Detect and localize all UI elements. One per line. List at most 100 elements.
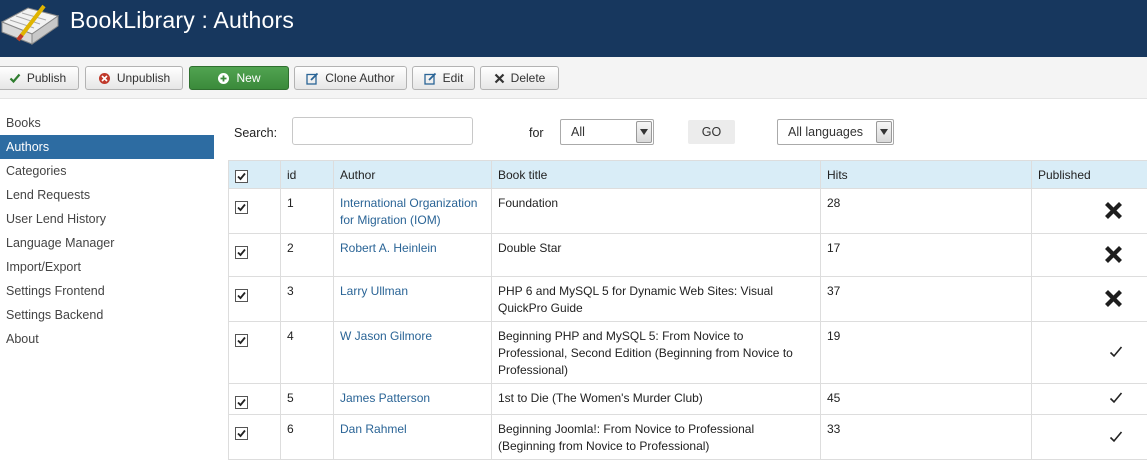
column-header-published[interactable]: Published bbox=[1031, 160, 1147, 189]
author-link[interactable]: Larry Ullman bbox=[333, 276, 492, 322]
row-checkbox[interactable] bbox=[235, 334, 248, 347]
column-header-id[interactable]: id bbox=[280, 160, 334, 189]
book-logo-icon bbox=[0, 0, 60, 50]
author-link[interactable]: International Organization for Migration… bbox=[333, 188, 492, 234]
check-icon bbox=[237, 203, 246, 212]
published-cell bbox=[1031, 414, 1147, 460]
sidebar-item-categories[interactable]: Categories bbox=[0, 159, 214, 183]
book-title-cell: PHP 6 and MySQL 5 for Dynamic Web Sites:… bbox=[491, 276, 821, 322]
row-checkbox[interactable] bbox=[235, 246, 248, 259]
book-title-cell: Beginning PHP and MySQL 5: From Novice t… bbox=[491, 321, 821, 384]
row-select-cell bbox=[228, 276, 281, 322]
clone-author-button[interactable]: Clone Author bbox=[294, 66, 407, 90]
page-title: BookLibrary : Authors bbox=[70, 7, 295, 33]
language-select-value: All languages bbox=[788, 125, 864, 139]
edit-icon bbox=[424, 72, 437, 85]
sidebar-item-language-manager[interactable]: Language Manager bbox=[0, 231, 214, 255]
check-icon bbox=[237, 336, 246, 345]
plus-circle-icon bbox=[217, 72, 230, 85]
published-check-icon[interactable] bbox=[1109, 430, 1123, 449]
published-cell bbox=[1031, 233, 1147, 277]
published-check-icon[interactable] bbox=[1109, 345, 1123, 364]
unpublished-x-icon[interactable] bbox=[1104, 245, 1123, 269]
for-select[interactable]: All bbox=[560, 119, 654, 145]
column-header-author[interactable]: Author bbox=[333, 160, 492, 189]
row-checkbox[interactable] bbox=[235, 289, 248, 302]
hits-cell: 45 bbox=[820, 383, 1032, 415]
row-select-cell bbox=[228, 383, 281, 415]
sidebar: Books Authors Categories Lend Requests U… bbox=[0, 111, 214, 351]
sidebar-item-settings-backend[interactable]: Settings Backend bbox=[0, 303, 214, 327]
check-icon bbox=[237, 291, 246, 300]
edit-button[interactable]: Edit bbox=[412, 66, 475, 90]
select-all-checkbox[interactable] bbox=[235, 170, 248, 183]
chevron-down-icon bbox=[636, 121, 652, 143]
table-row: 1 International Organization for Migrati… bbox=[228, 188, 1147, 234]
publish-button[interactable]: Publish bbox=[0, 66, 79, 90]
check-icon bbox=[237, 398, 246, 407]
published-cell bbox=[1031, 321, 1147, 384]
table-row: 2 Robert A. Heinlein Double Star 17 bbox=[228, 233, 1147, 277]
row-select-cell bbox=[228, 321, 281, 384]
go-button[interactable]: GO bbox=[688, 120, 735, 144]
id-cell: 1 bbox=[280, 188, 334, 234]
row-select-cell bbox=[228, 414, 281, 460]
delete-x-icon bbox=[494, 73, 505, 84]
row-checkbox[interactable] bbox=[235, 201, 248, 214]
column-header-book-title[interactable]: Book title bbox=[491, 160, 821, 189]
published-check-icon[interactable] bbox=[1109, 391, 1123, 410]
sidebar-item-about[interactable]: About bbox=[0, 327, 214, 351]
unpublished-x-icon[interactable] bbox=[1104, 201, 1123, 225]
id-cell: 3 bbox=[280, 276, 334, 322]
unpublish-button-label: Unpublish bbox=[116, 71, 171, 85]
row-checkbox[interactable] bbox=[235, 396, 248, 409]
published-cell bbox=[1031, 188, 1147, 234]
table-header-row: id Author Book title Hits Published bbox=[228, 160, 1147, 189]
id-cell: 6 bbox=[280, 414, 334, 460]
toolbar: Publish Unpublish New Clone Author Edit … bbox=[0, 57, 1147, 99]
check-icon bbox=[9, 72, 21, 84]
unpublished-x-icon[interactable] bbox=[1104, 289, 1123, 313]
sidebar-item-lend-requests[interactable]: Lend Requests bbox=[0, 183, 214, 207]
book-title-cell: Foundation bbox=[491, 188, 821, 234]
select-all-header bbox=[228, 160, 281, 189]
book-title-cell: Beginning Joomla!: From Novice to Profes… bbox=[491, 414, 821, 460]
for-label: for bbox=[529, 126, 544, 140]
book-title-cell: 1st to Die (The Women's Murder Club) bbox=[491, 383, 821, 415]
table-row: 4 W Jason Gilmore Beginning PHP and MySQ… bbox=[228, 321, 1147, 384]
table-row: 5 James Patterson 1st to Die (The Women'… bbox=[228, 383, 1147, 415]
published-cell bbox=[1031, 276, 1147, 322]
clone-author-button-label: Clone Author bbox=[325, 71, 395, 85]
hits-cell: 19 bbox=[820, 321, 1032, 384]
id-cell: 5 bbox=[280, 383, 334, 415]
sidebar-item-user-lend-history[interactable]: User Lend History bbox=[0, 207, 214, 231]
cancel-circle-icon bbox=[98, 72, 111, 85]
author-link[interactable]: James Patterson bbox=[333, 383, 492, 415]
sidebar-item-authors[interactable]: Authors bbox=[0, 135, 214, 159]
edit-icon bbox=[306, 72, 319, 85]
delete-button[interactable]: Delete bbox=[480, 66, 559, 90]
check-icon bbox=[237, 248, 246, 257]
search-input[interactable] bbox=[292, 117, 473, 145]
column-header-hits[interactable]: Hits bbox=[820, 160, 1032, 189]
check-icon bbox=[237, 429, 246, 438]
sidebar-item-import-export[interactable]: Import/Export bbox=[0, 255, 214, 279]
id-cell: 4 bbox=[280, 321, 334, 384]
table-row: 6 Dan Rahmel Beginning Joomla!: From Nov… bbox=[228, 414, 1147, 460]
language-select[interactable]: All languages bbox=[777, 119, 894, 145]
unpublish-button[interactable]: Unpublish bbox=[85, 66, 183, 90]
author-link[interactable]: Robert A. Heinlein bbox=[333, 233, 492, 277]
publish-button-label: Publish bbox=[26, 71, 67, 85]
hits-cell: 28 bbox=[820, 188, 1032, 234]
new-button[interactable]: New bbox=[189, 66, 289, 90]
sidebar-item-settings-frontend[interactable]: Settings Frontend bbox=[0, 279, 214, 303]
delete-button-label: Delete bbox=[510, 71, 546, 85]
author-link[interactable]: Dan Rahmel bbox=[333, 414, 492, 460]
app-header: BookLibrary : Authors bbox=[0, 0, 1147, 57]
hits-cell: 17 bbox=[820, 233, 1032, 277]
new-button-label: New bbox=[236, 71, 261, 85]
row-checkbox[interactable] bbox=[235, 427, 248, 440]
sidebar-item-books[interactable]: Books bbox=[0, 111, 214, 135]
published-cell bbox=[1031, 383, 1147, 415]
author-link[interactable]: W Jason Gilmore bbox=[333, 321, 492, 384]
